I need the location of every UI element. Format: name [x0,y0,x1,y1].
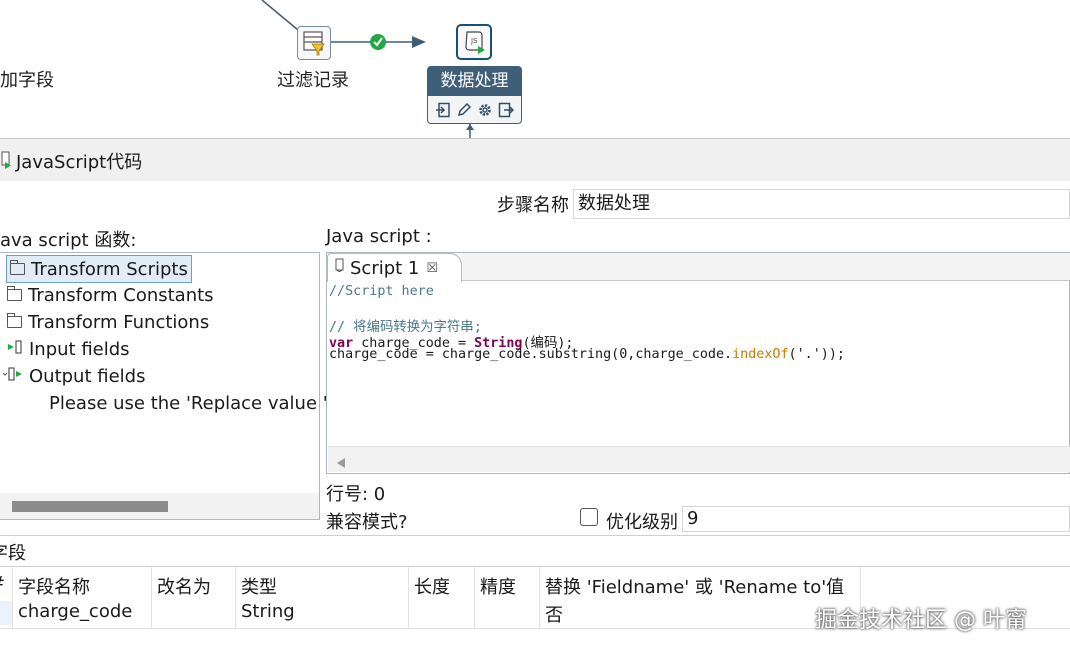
tree-horizontal-scrollbar[interactable] [0,493,319,519]
step-name-label: 步骤名称 [497,195,569,216]
row-number-header: # [0,573,5,594]
step-popup: 数据处理 [427,66,522,124]
hop-arrowhead [412,36,426,48]
optimization-level-input[interactable]: 9 [682,506,1070,532]
dialog-title: JavaScript代码 [16,152,143,173]
node-label-filter-rows[interactable]: 过滤记录 [277,66,349,92]
script-label: Java script : [326,226,432,247]
popup-actions [427,96,522,124]
output-fields-note: Please use the 'Replace value 'Fi [49,392,342,414]
watermark: 掘金技术社区 @ 叶甯 [815,608,1027,633]
cell-field-name[interactable]: charge_code [18,601,132,622]
scroll-left-icon[interactable] [336,453,346,474]
function-tree[interactable]: Transform Scripts Transform Constants Tr… [0,252,342,520]
node-label-add-field[interactable]: 加字段 [0,66,54,92]
tab-script-1[interactable]: Script 1 ☒ [327,253,462,282]
header-length[interactable]: 长度 [414,573,450,599]
input-fields-icon [7,339,23,360]
hop-line-upper [261,0,299,31]
dialog-title-bar[interactable]: JavaScript代码 [0,139,1070,181]
input-icon[interactable] [434,101,452,119]
folder-icon [10,260,25,275]
gear-icon[interactable] [476,101,494,119]
functions-label: ava script 函数: [0,230,137,251]
header-field-name[interactable]: 字段名称 [18,573,90,599]
folder-icon [7,313,22,328]
edit-icon[interactable] [455,101,473,119]
svg-text:JS: JS [470,37,478,45]
cell-replace[interactable]: 否 [545,601,563,627]
close-icon[interactable]: ☒ [426,261,438,276]
header-precision[interactable]: 精度 [480,573,516,599]
line-number-label: 行号: 0 [326,484,386,505]
header-type[interactable]: 类型 [241,573,277,599]
canvas-hops [261,0,474,138]
script-tab-bar: Script 1 ☒ [327,253,1070,282]
tree-item-output-fields[interactable]: Output fields [2,363,145,389]
header-replace[interactable]: 替换 'Fieldname' 或 'Rename to'值 [545,573,844,599]
script-icon [334,258,345,279]
section-divider [0,535,1070,536]
editor-horizontal-scrollbar[interactable] [328,446,1070,472]
cell-type[interactable]: String [241,601,295,622]
step-name-input[interactable]: 数据处理 [573,189,1070,219]
script-icon [0,150,12,175]
code-line-1: //Script here [329,284,434,299]
fields-section-label: 字段 [0,543,26,564]
tree-item-transform-functions[interactable]: Transform Functions [7,309,209,335]
scrollbar-thumb[interactable] [12,501,168,512]
filter-rows-step-icon[interactable] [297,26,331,60]
code-line-5: charge_code = charge_code.substring(0,ch… [329,347,845,362]
header-rename-to[interactable]: 改名为 [157,573,211,599]
tab-label: Script 1 [350,257,420,279]
optimization-label: 优化级别 [606,512,678,533]
folder-icon [7,286,22,301]
tree-item-input-fields[interactable]: Input fields [7,336,130,362]
tree-item-transform-scripts[interactable]: Transform Scripts [6,255,192,283]
javascript-step-icon[interactable]: JS [456,24,492,60]
row-selector[interactable] [0,601,12,625]
compat-mode-checkbox[interactable] [580,508,598,526]
transformation-canvas[interactable]: 加字段 过滤记录 JS 数据处理 [0,0,1070,140]
compat-mode-label: 兼容模式? [326,512,408,533]
popup-title: 数据处理 [427,66,522,96]
output-fields-icon [2,366,23,387]
output-icon[interactable] [497,101,515,119]
tree-item-transform-constants[interactable]: Transform Constants [7,282,214,308]
script-editor[interactable]: Script 1 ☒ //Script here // 将编码转换为字符串; v… [326,252,1070,474]
